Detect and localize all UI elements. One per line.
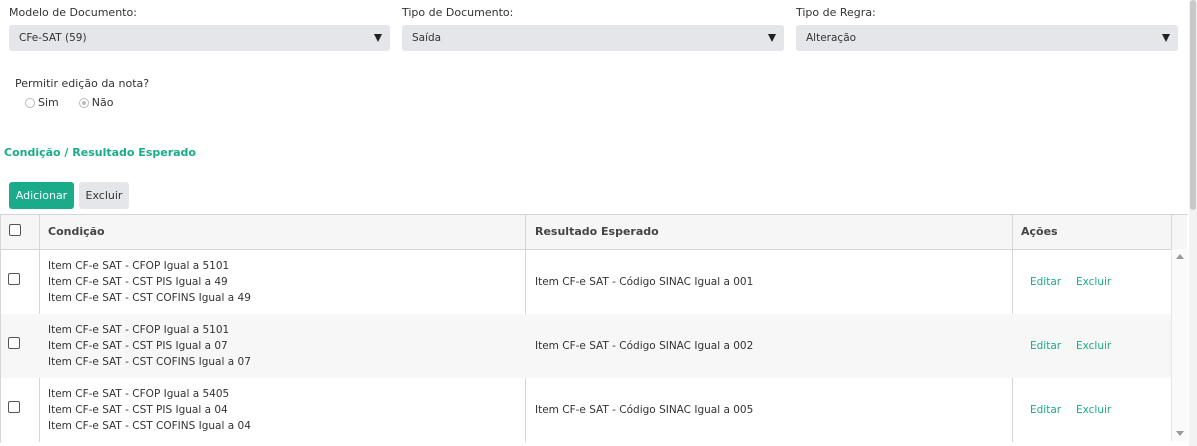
result-cell: Item CF-e SAT - Código SINAC Igual a 002 (535, 340, 754, 352)
caret-down-icon (1162, 34, 1170, 42)
rule-type-label: Tipo de Regra: (796, 6, 876, 19)
radio-sim[interactable] (25, 97, 35, 108)
add-button[interactable]: Adicionar (9, 182, 74, 209)
row-checkbox[interactable] (8, 401, 20, 413)
row-checkbox[interactable] (8, 337, 20, 349)
delete-link[interactable]: Excluir (1076, 274, 1111, 290)
condition-line: Item CF-e SAT - CFOP Igual a 5101 (48, 260, 230, 272)
scroll-down-arrow-icon[interactable] (1176, 431, 1184, 436)
delete-button[interactable]: Excluir (79, 182, 129, 209)
document-type-select[interactable]: Saída (402, 25, 784, 51)
condition-cell: Item CF-e SAT - CFOP Igual a 5405 Item C… (48, 386, 251, 434)
row-checkbox[interactable] (8, 273, 20, 285)
condition-cell: Item CF-e SAT - CFOP Igual a 5101 Item C… (48, 258, 251, 306)
edit-permission-label: Permitir edição da nota? (15, 77, 150, 90)
edit-link[interactable]: Editar (1030, 402, 1061, 418)
select-all-checkbox[interactable] (9, 224, 21, 236)
delete-link[interactable]: Excluir (1076, 402, 1111, 418)
edit-link[interactable]: Editar (1030, 274, 1061, 290)
section-title: Condição / Resultado Esperado (4, 146, 196, 159)
scroll-up-arrow-icon[interactable] (1176, 254, 1184, 259)
document-model-label: Modelo de Documento: (9, 6, 137, 19)
caret-down-icon (374, 34, 382, 42)
page-scrollbar-thumb[interactable] (1190, 0, 1196, 210)
condition-line: Item CF-e SAT - CST COFINS Igual a 04 (48, 420, 251, 432)
conditions-table: Condição Resultado Esperado Ações Item C… (0, 214, 1188, 443)
table-scrollbar[interactable] (1171, 249, 1188, 441)
document-type-label: Tipo de Documento: (402, 6, 514, 19)
radio-sim-label: Sim (38, 96, 59, 109)
edit-permission-radio-group: Sim Não (25, 96, 113, 109)
result-cell: Item CF-e SAT - Código SINAC Igual a 001 (535, 276, 754, 288)
document-model-value: CFe-SAT (59) (19, 32, 87, 44)
result-cell: Item CF-e SAT - Código SINAC Igual a 005 (535, 404, 754, 416)
delete-link[interactable]: Excluir (1076, 338, 1111, 354)
radio-nao[interactable] (78, 97, 89, 108)
table-row: Item CF-e SAT - CFOP Igual a 5101 Item C… (1, 250, 1171, 314)
document-type-value: Saída (412, 32, 442, 44)
rule-type-select[interactable]: Alteração (796, 25, 1178, 51)
page-scrollbar[interactable] (1189, 0, 1197, 446)
condition-line: Item CF-e SAT - CST COFINS Igual a 07 (48, 356, 251, 368)
condition-line: Item CF-e SAT - CFOP Igual a 5405 (48, 388, 230, 400)
condition-line: Item CF-e SAT - CST PIS Igual a 07 (48, 340, 228, 352)
header-actions: Ações (1021, 225, 1058, 238)
rule-type-value: Alteração (806, 32, 857, 44)
condition-line: Item CF-e SAT - CST COFINS Igual a 49 (48, 292, 251, 304)
table-header: Condição Resultado Esperado Ações (1, 215, 1187, 250)
header-condition: Condição (48, 225, 105, 238)
condition-line: Item CF-e SAT - CST PIS Igual a 04 (48, 404, 228, 416)
caret-down-icon (768, 34, 776, 42)
document-model-select[interactable]: CFe-SAT (59) (9, 25, 390, 51)
condition-line: Item CF-e SAT - CFOP Igual a 5101 (48, 324, 230, 336)
table-row: Item CF-e SAT - CFOP Igual a 5101 Item C… (1, 314, 1171, 378)
radio-nao-label: Não (91, 96, 114, 109)
condition-cell: Item CF-e SAT - CFOP Igual a 5101 Item C… (48, 322, 251, 370)
table-row: Item CF-e SAT - CFOP Igual a 5405 Item C… (1, 378, 1171, 442)
header-result: Resultado Esperado (535, 225, 659, 238)
condition-line: Item CF-e SAT - CST PIS Igual a 49 (48, 276, 228, 288)
edit-link[interactable]: Editar (1030, 338, 1061, 354)
column-divider (1171, 215, 1172, 249)
